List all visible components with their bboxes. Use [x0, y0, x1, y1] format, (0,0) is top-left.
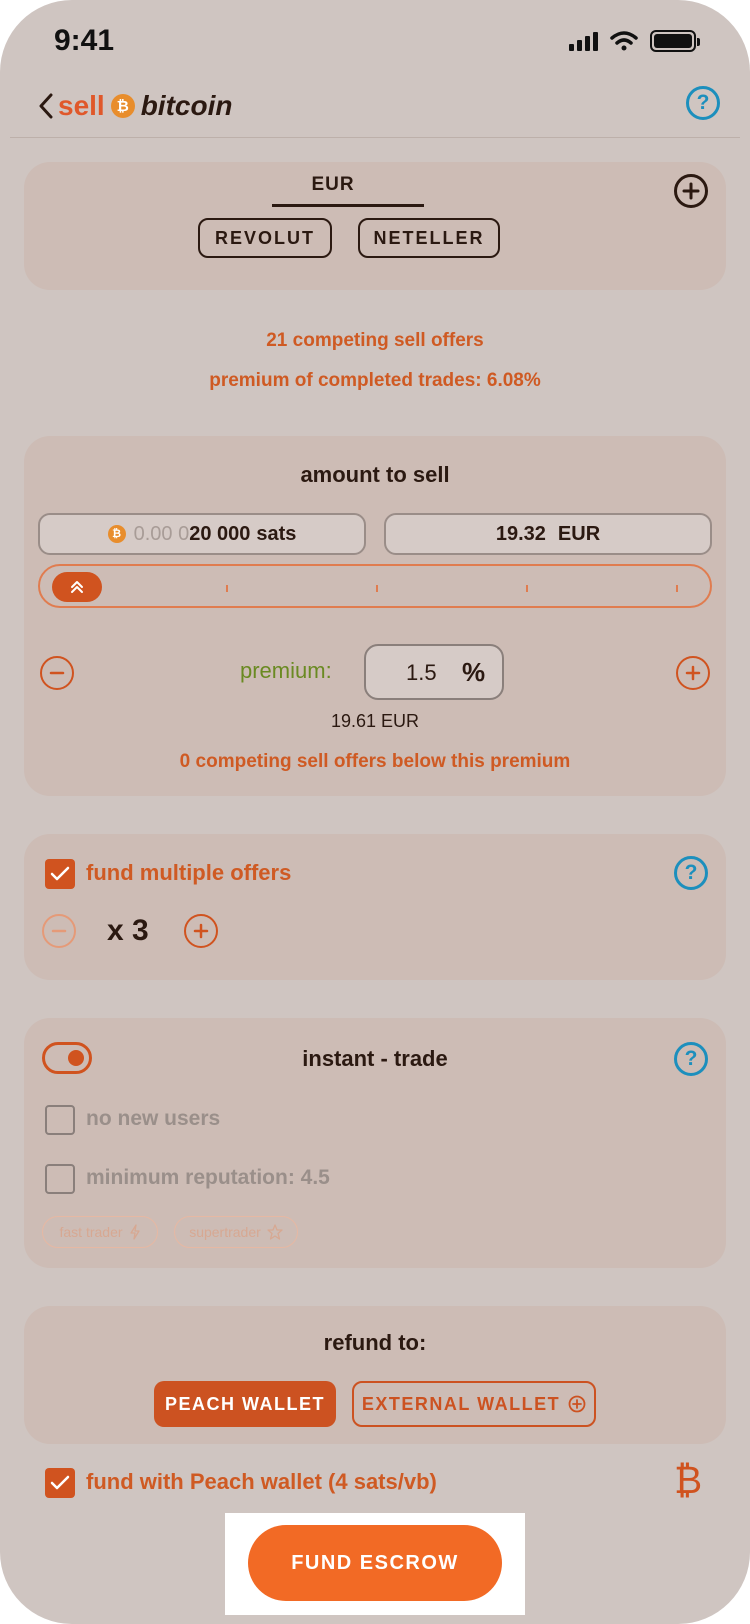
wifi-icon: [610, 31, 638, 51]
instant-trade-label: instant - trade: [302, 1046, 448, 1071]
offers-count: x 3: [107, 914, 149, 947]
refund-card: refund to: PEACH WALLET EXTERNAL WALLET: [24, 1306, 726, 1444]
bitcoin-logo-icon: ₿: [110, 94, 135, 118]
battery-icon: [650, 30, 700, 52]
phone-screen: 9:41 sell ₿ bitcoin ? EUR REVOLUT NETELL…: [0, 0, 750, 1624]
instant-trade-help-icon[interactable]: ?: [674, 1042, 708, 1076]
slider-tick: [376, 585, 378, 592]
tab-underline: [272, 204, 424, 207]
fund-multiple-label: fund multiple offers: [86, 860, 292, 885]
badge-fast-trader: fast trader: [42, 1216, 158, 1248]
refund-title: refund to:: [323, 1330, 427, 1355]
no-new-users-checkbox[interactable]: [45, 1105, 75, 1135]
premium-input[interactable]: 1.5 %: [364, 644, 504, 700]
payment-methods-card: EUR REVOLUT NETELLER: [24, 162, 726, 290]
title-brand: bitcoin: [140, 90, 233, 121]
badge-supertrader: supertrader: [174, 1216, 298, 1248]
title-sell: sell: [58, 90, 105, 121]
increase-offers-button[interactable]: [184, 914, 218, 948]
increase-premium-button[interactable]: [676, 656, 710, 690]
header-divider: [10, 137, 740, 138]
signal-icon: [569, 31, 598, 51]
amount-slider[interactable]: [38, 564, 712, 608]
add-payment-method-button[interactable]: [674, 174, 708, 208]
fund-multiple-checkbox[interactable]: [45, 859, 75, 889]
instant-trade-card: instant - trade ? no new users minimum r…: [24, 1018, 726, 1268]
chevron-left-icon: [39, 93, 53, 119]
header-help-icon[interactable]: ?: [686, 86, 720, 120]
peach-wallet-label: PEACH WALLET: [165, 1393, 325, 1414]
badge-label: supertrader: [189, 1224, 261, 1240]
percent-sign: %: [462, 657, 486, 687]
plus-circle-icon: [568, 1395, 586, 1413]
sats-leading-zeros: 0.00 0: [133, 522, 190, 545]
status-time: 9:41: [54, 24, 115, 57]
peach-wallet-button[interactable]: PEACH WALLET: [154, 1381, 336, 1427]
page-title: sell ₿ bitcoin: [58, 84, 232, 128]
star-icon: [267, 1224, 283, 1240]
amount-title: amount to sell: [300, 462, 450, 487]
bitcoin-coin-icon: ₿: [107, 525, 126, 543]
fund-escrow-area: FUND ESCROW: [225, 1513, 525, 1615]
slider-tick: [226, 585, 228, 592]
plus-circle-icon: [682, 182, 700, 200]
fund-escrow-button[interactable]: FUND ESCROW: [248, 1525, 502, 1601]
plus-icon: [193, 923, 209, 939]
check-icon: [50, 1475, 70, 1490]
bitcoin-icon[interactable]: ₿: [674, 1460, 702, 1503]
sats-unit: sats: [256, 522, 297, 545]
amount-card: amount to sell ₿ 0.00 0 20 000 sats 19.3…: [24, 436, 726, 796]
minus-icon: [51, 929, 67, 933]
lightning-icon: [129, 1224, 140, 1240]
fiat-currency: EUR: [557, 522, 601, 545]
minus-icon: [49, 671, 65, 675]
premium-label: premium:: [240, 658, 332, 683]
premium-price-text: 19.61 EUR: [330, 711, 420, 731]
check-icon: [50, 866, 70, 881]
external-wallet-button[interactable]: EXTERNAL WALLET: [352, 1381, 596, 1427]
min-reputation-label: minimum reputation: 4.5: [86, 1166, 330, 1189]
competing-below-text: 0 competing sell offers below this premi…: [179, 751, 571, 772]
slider-tick: [526, 585, 528, 592]
sats-amount-input[interactable]: ₿ 0.00 0 20 000 sats: [38, 513, 366, 555]
badge-label: fast trader: [59, 1224, 123, 1240]
decrease-offers-button[interactable]: [42, 914, 76, 948]
fund-with-peach-label: fund with Peach wallet (4 sats/vb): [86, 1469, 437, 1494]
multiple-offers-help-icon[interactable]: ?: [674, 856, 708, 890]
premium-completed-text: premium of completed trades: 6.08%: [209, 370, 541, 391]
multiple-offers-card: fund multiple offers ? x 3: [24, 834, 726, 980]
min-reputation-checkbox[interactable]: [45, 1164, 75, 1194]
tab-eur[interactable]: EUR: [272, 174, 394, 196]
decrease-premium-button[interactable]: [40, 656, 74, 690]
fiat-amount-input[interactable]: 19.32 EUR: [384, 513, 712, 555]
fund-with-peach-checkbox[interactable]: [45, 1468, 75, 1498]
premium-value: 1.5: [406, 660, 437, 685]
sats-value: 20 000: [189, 522, 251, 545]
fiat-value: 19.32: [495, 522, 546, 545]
no-new-users-label: no new users: [86, 1107, 221, 1130]
method-neteller[interactable]: NETELLER: [358, 218, 500, 258]
slider-tick: [676, 585, 678, 592]
plus-icon: [685, 665, 701, 681]
external-wallet-label: EXTERNAL WALLET: [361, 1393, 561, 1414]
status-icons: [569, 30, 700, 52]
slider-thumb[interactable]: [52, 572, 102, 602]
competing-offers-text: 21 competing sell offers: [266, 330, 484, 351]
method-revolut[interactable]: REVOLUT: [198, 218, 332, 258]
double-chevron-up-icon: [71, 581, 83, 593]
